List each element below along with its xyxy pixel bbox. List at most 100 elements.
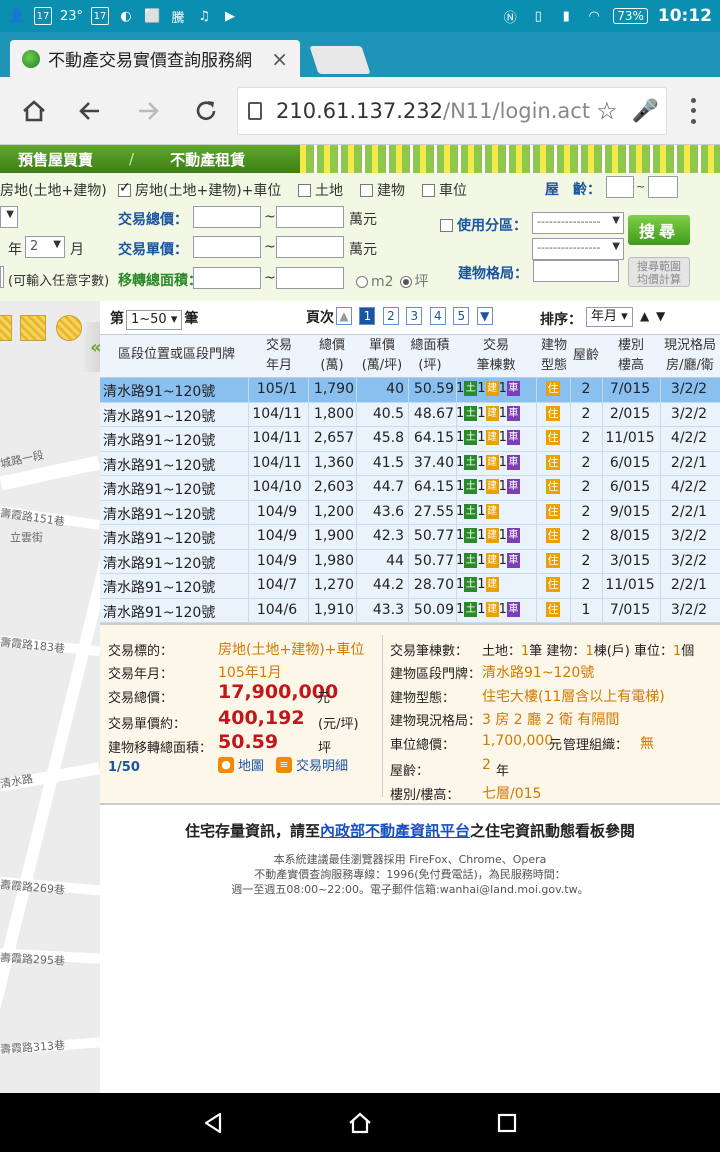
row-address: 清水路91~120號 <box>103 384 216 400</box>
radio-m2[interactable] <box>356 276 368 288</box>
page-next-icon[interactable]: ▼ <box>476 307 493 325</box>
back-icon[interactable] <box>70 91 110 131</box>
road-input[interactable] <box>0 266 4 288</box>
notification-calendar-icon: 17 <box>34 7 52 25</box>
sort-asc-icon[interactable]: ▲ <box>640 309 649 323</box>
detail-floor-label: 樓別/樓高： <box>390 788 460 803</box>
menu-presale[interactable]: 預售屋買賣 <box>0 149 111 170</box>
table-cell-divider <box>660 525 661 549</box>
table-cell-divider <box>570 574 571 598</box>
use-zone-select[interactable]: ---------------- ▼ <box>532 212 624 234</box>
table-row[interactable]: 清水路91~120號 104/9 1,980 44 50.77 1 土 1 建 1 車住 2 3/015… <box>100 549 720 574</box>
map-panel[interactable]: 城路一段 壽霞路151巷 立雲街 壽霞路183巷 清水路 壽霞路269巷 壽霞路… <box>0 301 100 1093</box>
land-badge-icon: 土 <box>464 552 478 568</box>
map-link[interactable]: ● 地圖 <box>218 755 264 774</box>
opt-land-building-parking[interactable]: 房地(土地+建物)+車位 <box>118 180 281 200</box>
row-unit: 43.6 <box>372 503 404 520</box>
home-icon[interactable] <box>14 91 54 131</box>
age-min-input[interactable] <box>606 176 634 198</box>
map-street-label: 壽霞路313巷 <box>0 1038 66 1057</box>
opt-building[interactable]: 建物 <box>360 180 405 200</box>
total-price-min-input[interactable] <box>193 206 261 228</box>
table-row[interactable]: 清水路91~120號 104/11 2,657 45.8 64.15 1 土 1 建 1 車住 2 11… <box>100 427 720 452</box>
page-prev-icon[interactable]: ▲ <box>336 307 352 325</box>
month-select[interactable]: 2 ▼ <box>25 236 65 258</box>
table-row[interactable]: 清水路91~120號 105/1 1,790 40 50.59 1 土 1 建 1 車住 2 7/015… <box>100 378 720 403</box>
range-average-button[interactable]: 搜尋範圍 均價計算 <box>628 257 690 287</box>
bookmark-star-icon[interactable]: ☆ <box>590 97 618 125</box>
opt-land[interactable]: 土地 <box>298 180 343 200</box>
map-layer-icon[interactable] <box>20 315 46 341</box>
unit-price-max-input[interactable] <box>276 236 344 258</box>
checkbox-building[interactable] <box>360 184 373 197</box>
col-total[interactable]: 總價 (萬) <box>308 336 356 376</box>
moi-platform-link[interactable]: 內政部不動產資訊平台 <box>320 822 470 840</box>
col-unit[interactable]: 單價 (萬/坪) <box>356 336 408 376</box>
row-count-number: 1 <box>456 552 465 568</box>
search-button[interactable]: 搜尋 <box>628 215 690 245</box>
page-link[interactable]: 5 <box>453 307 470 325</box>
checkbox-use-zone[interactable] <box>440 219 453 232</box>
table-row[interactable]: 清水路91~120號 104/7 1,270 44.2 28.70 1 土 1 建住 2 11/01… <box>100 574 720 599</box>
checkbox-parking[interactable] <box>422 184 435 197</box>
table-row[interactable]: 清水路91~120號 104/9 1,200 43.6 27.55 1 土 1 建住 2 9/015… <box>100 500 720 525</box>
forward-icon[interactable] <box>128 91 168 131</box>
sort-select[interactable]: 年月 ▾ <box>586 307 633 327</box>
table-row[interactable]: 清水路91~120號 104/9 1,900 42.3 50.77 1 土 1 建 1 車住 2 8/0… <box>100 525 720 550</box>
table-row[interactable]: 清水路91~120號 104/11 1,360 41.5 37.40 1 土 1 建 1 車住 2 6/… <box>100 451 720 476</box>
url-bar[interactable]: 210.61.137.232/N11/login.act ☆ 🎤 <box>237 87 667 135</box>
notification-calendar2-icon: 17 <box>91 7 110 25</box>
nav-back-icon[interactable] <box>193 1103 233 1143</box>
detail-mgmt-label: 管理組織： <box>563 738 629 753</box>
page-size-select[interactable]: 1~50 ▾ <box>126 310 183 330</box>
layout-input[interactable] <box>533 260 619 282</box>
browser-tab-strip: 不動產交易實價查詢服務網 × <box>0 32 720 77</box>
menu-rental[interactable]: 不動產租賃 <box>152 149 263 170</box>
sort-desc-icon[interactable]: ▼ <box>656 309 665 323</box>
use-zone-toggle[interactable]: 使用分區： <box>440 215 527 235</box>
total-price-max-input[interactable] <box>276 206 344 228</box>
page-link[interactable]: 4 <box>429 307 446 325</box>
transaction-detail-link[interactable]: ≡ 交易明細 <box>276 755 348 774</box>
tab-close-icon[interactable]: × <box>271 47 288 71</box>
table-cell-divider <box>248 598 249 622</box>
col-address[interactable]: 區段位置或區段門牌 <box>104 345 249 365</box>
nav-recents-icon[interactable] <box>487 1103 527 1143</box>
residential-badge-icon: 住 <box>546 430 560 445</box>
nav-home-icon[interactable] <box>340 1103 380 1143</box>
radio-ping[interactable] <box>399 276 412 288</box>
col-date[interactable]: 交易 年月 <box>250 336 308 376</box>
table-row[interactable]: 清水路91~120號 104/6 1,910 43.3 50.09 1 土 1 建 1 車住 1 7/0… <box>100 598 720 623</box>
col-layout: 現況格局 房/廳/衛 <box>663 338 716 373</box>
opt-parking[interactable]: 車位 <box>422 180 467 200</box>
browser-menu-icon[interactable] <box>683 95 703 127</box>
col-age[interactable]: 屋齡 <box>570 346 602 366</box>
checkbox-land-building-parking[interactable] <box>118 180 131 197</box>
map-tool-icon[interactable] <box>0 315 12 341</box>
row-area: 28.70 <box>413 577 454 593</box>
map-sun-icon[interactable] <box>56 315 82 341</box>
col-area[interactable]: 總面積 (坪) <box>406 336 454 376</box>
area-min-input[interactable] <box>193 267 261 289</box>
page-link[interactable]: 1 <box>359 307 376 325</box>
table-row[interactable]: 清水路91~120號 104/10 2,603 44.7 64.15 1 土 1 建 1 車住 2 6/… <box>100 476 720 501</box>
row-count-number: 1 <box>456 528 465 543</box>
unit-price-min-input[interactable] <box>193 236 261 258</box>
area-max-input[interactable] <box>276 267 344 289</box>
district-select[interactable]: ▼ <box>0 206 18 228</box>
page-link[interactable]: 3 <box>406 307 423 325</box>
status-clock: 10:12 <box>657 6 712 26</box>
row-type: 住 <box>546 405 560 422</box>
table-row[interactable]: 清水路91~120號 104/11 1,800 40.5 48.67 1 土 1 建 1 車住 2 2/… <box>100 402 720 427</box>
reload-icon[interactable] <box>186 91 226 131</box>
browser-tab-active[interactable]: 不動產交易實價查詢服務網 × <box>10 40 300 77</box>
age-max-input[interactable] <box>648 176 678 198</box>
page-info-icon[interactable] <box>248 102 262 120</box>
building-badge-icon: 建 <box>485 381 499 396</box>
layout-label: 建物格局： <box>458 266 528 282</box>
page-link[interactable]: 2 <box>382 307 399 325</box>
use-zone-sub-select[interactable]: ---------------- ▼ <box>532 238 624 260</box>
checkbox-land[interactable] <box>298 184 311 197</box>
new-tab-button[interactable] <box>309 46 371 74</box>
voice-search-icon[interactable]: 🎤 <box>618 99 659 124</box>
